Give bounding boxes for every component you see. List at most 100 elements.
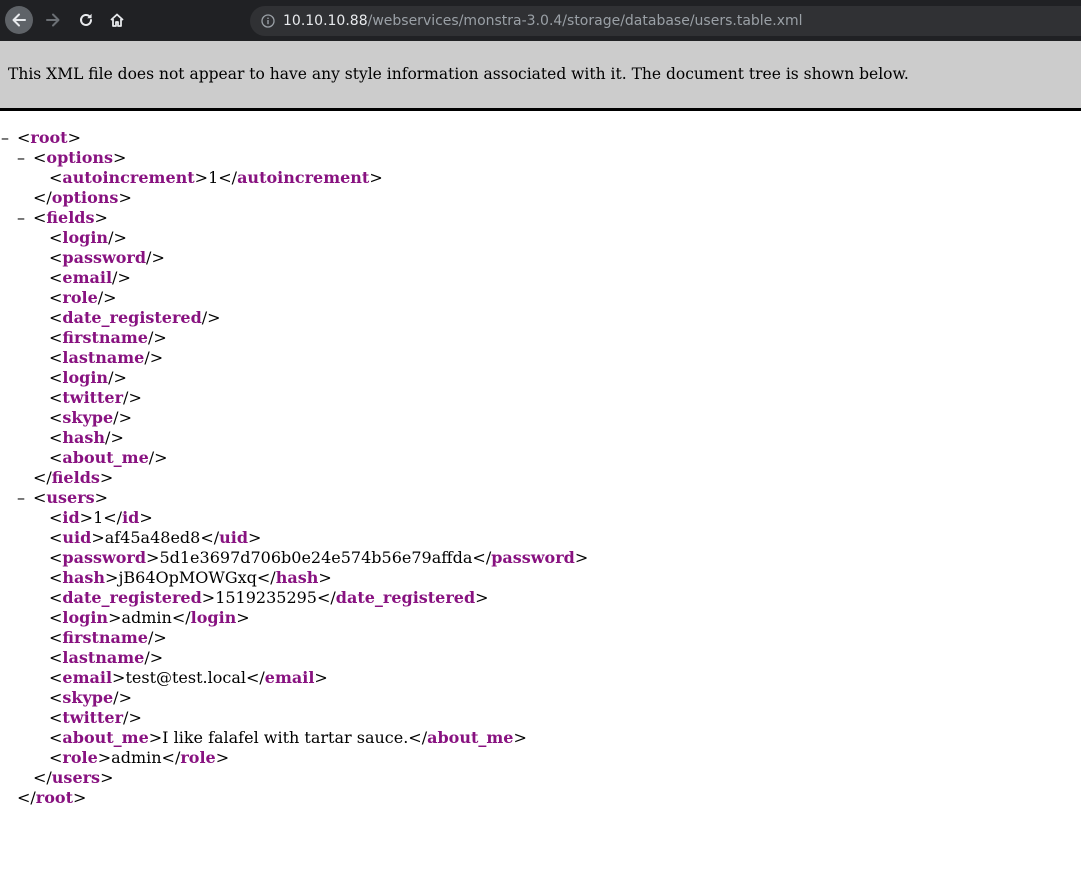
tag-name: hash xyxy=(62,428,106,447)
tag-name: uid xyxy=(62,528,92,547)
xml-line-id: <id>1</id> xyxy=(49,508,153,528)
xml-line-fields: – <fields> xyxy=(17,208,108,228)
bracket: < xyxy=(49,608,63,627)
tag-name: role xyxy=(62,288,98,307)
bracket: > xyxy=(91,528,105,547)
bracket: < xyxy=(49,448,63,467)
tag-name: email xyxy=(62,268,113,287)
tag-name: firstname xyxy=(62,328,148,347)
bracket: < xyxy=(33,148,47,167)
bracket: < xyxy=(49,328,63,347)
bracket: < xyxy=(49,528,63,547)
bracket: </ xyxy=(33,188,52,207)
bracket: > xyxy=(369,168,383,187)
xml-document-tree: – <root> – <options> <autoincrement>1</autoi… xyxy=(0,128,1081,889)
element-text: test@test.local xyxy=(125,668,246,687)
xml-line-about_me: <about_me/> xyxy=(49,448,168,468)
bracket: > xyxy=(94,208,108,227)
xml-line-hash: <hash>jB64OpMOWGxq</hash> xyxy=(49,568,332,588)
bracket: > xyxy=(105,568,119,587)
forward-button[interactable] xyxy=(39,6,67,34)
element-text: I like falafel with tartar sauce. xyxy=(162,728,409,747)
tag-name: firstname xyxy=(62,628,148,647)
xml-line-login: <login>admin</login> xyxy=(49,608,250,628)
bracket: > xyxy=(248,528,262,547)
bracket: </ xyxy=(200,528,220,547)
bracket: < xyxy=(33,208,47,227)
bracket: < xyxy=(49,688,63,707)
bracket: > xyxy=(94,488,109,507)
bracket: > xyxy=(236,608,250,627)
bracket: < xyxy=(49,408,63,427)
address-bar[interactable]: 10.10.10.88/webservices/monstra-3.0.4/st… xyxy=(250,6,1081,36)
bracket: < xyxy=(49,388,63,407)
bracket: > xyxy=(118,188,132,207)
bracket: /> xyxy=(148,448,168,467)
tag-name: fields xyxy=(51,468,100,487)
url-host: 10.10.10.88 xyxy=(283,13,368,29)
collapse-toggle[interactable]: – xyxy=(17,488,29,508)
bracket: < xyxy=(17,128,31,147)
xml-line-email: <email/> xyxy=(49,268,131,288)
bracket: </ xyxy=(33,468,52,487)
bracket: </ xyxy=(17,788,36,807)
bracket: < xyxy=(49,248,63,267)
xml-line-login: <login/> xyxy=(49,228,127,248)
bracket: /> xyxy=(123,708,142,727)
tag-name: login xyxy=(62,368,109,387)
collapse-toggle[interactable]: – xyxy=(17,148,29,168)
tag-name: about_me xyxy=(62,728,149,747)
bracket: < xyxy=(49,368,63,387)
bracket: < xyxy=(49,168,63,187)
xml-line-password: <password/> xyxy=(49,248,165,268)
bracket: </ xyxy=(316,588,336,607)
bracket: > xyxy=(67,128,81,147)
tag-name: id xyxy=(62,508,80,527)
back-button[interactable] xyxy=(5,6,33,34)
element-text: 1 xyxy=(93,508,104,527)
info-circle-icon[interactable] xyxy=(261,14,275,28)
bracket: < xyxy=(49,588,63,607)
tag-name: about_me xyxy=(427,728,514,747)
tag-name: date_registered xyxy=(62,308,202,327)
home-icon xyxy=(110,13,124,27)
collapse-toggle[interactable]: – xyxy=(1,128,13,148)
bracket: /> xyxy=(146,248,165,267)
xml-line-users: – <users> xyxy=(17,488,109,508)
bracket: > xyxy=(574,548,589,567)
tag-name: role xyxy=(180,748,216,767)
tag-name: email xyxy=(264,668,315,687)
xml-line-role: <role/> xyxy=(49,288,117,308)
bracket: < xyxy=(49,228,63,247)
element-text: admin xyxy=(121,608,172,627)
url-text: 10.10.10.88/webservices/monstra-3.0.4/st… xyxy=(283,13,803,29)
bracket: > xyxy=(513,728,527,747)
home-button[interactable] xyxy=(103,6,131,34)
tag-name: skype xyxy=(62,688,114,707)
tag-name: date_registered xyxy=(62,588,202,607)
collapse-toggle[interactable]: – xyxy=(17,208,29,228)
bracket: > xyxy=(113,148,127,167)
bracket: < xyxy=(49,308,63,327)
xml-line-firstname: <firstname/> xyxy=(49,628,167,648)
bracket: > xyxy=(97,748,112,767)
bracket: < xyxy=(49,748,63,767)
bracket: </ xyxy=(103,508,123,527)
xml-line-autoincrement: <autoincrement>1</autoincrement> xyxy=(49,168,383,188)
tag-name: hash xyxy=(275,568,319,587)
reload-button[interactable] xyxy=(72,6,100,34)
tag-name: options xyxy=(46,148,114,167)
bracket: > xyxy=(194,168,209,187)
xml-line-password: <password>5d1e3697d706b0e24e574b56e79aff… xyxy=(49,548,588,568)
bracket: < xyxy=(49,428,63,447)
element-text: af45a48ed8 xyxy=(104,528,201,547)
bracket: </ xyxy=(171,608,191,627)
bracket: > xyxy=(72,788,87,807)
arrow-left-icon xyxy=(12,13,26,27)
xml-line-hash: <hash/> xyxy=(49,428,124,448)
tag-name: autoincrement xyxy=(237,168,370,187)
tag-name: lastname xyxy=(62,348,145,367)
tag-name: root xyxy=(35,788,73,807)
bracket: < xyxy=(49,708,63,727)
xml-line-skype: <skype/> xyxy=(49,408,132,428)
